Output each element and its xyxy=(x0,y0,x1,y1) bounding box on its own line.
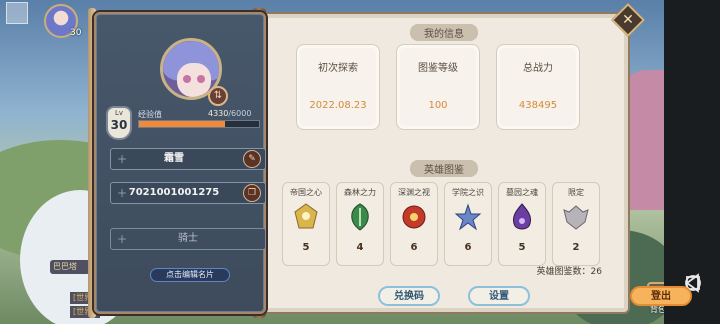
player-title-field[interactable]: + 骑士 xyxy=(110,228,266,250)
redeem-code-button[interactable]: 兑换码 xyxy=(378,286,440,306)
hero-category-abyss[interactable]: 深渊之视 6 xyxy=(390,182,438,266)
exp-max: /6000 xyxy=(228,109,252,118)
player-card: ⇅ Lv 30 经验值 4330/6000 + 霜雪 ✎ + 702100100… xyxy=(94,12,266,314)
first-explore-card: 初次探索 2022.08.23 xyxy=(296,44,380,130)
info-page: 我的信息 初次探索 2022.08.23 图鉴等级 100 总战力 438495… xyxy=(258,12,692,314)
copy-icon[interactable]: ❐ xyxy=(243,184,261,202)
card-label: 图鉴等级 xyxy=(418,63,458,74)
pencil-icon[interactable]: ✎ xyxy=(243,150,261,168)
face-shape xyxy=(177,63,211,97)
side-chat-label[interactable]: 巴巴塔 xyxy=(50,260,90,274)
hero-category-forest[interactable]: 森林之力 4 xyxy=(336,182,384,266)
logout-button[interactable]: 登出 xyxy=(630,286,692,306)
close-icon: ✕ xyxy=(622,12,634,28)
exp-value: 4330/6000 xyxy=(208,109,251,118)
profile-panel: 我的信息 初次探索 2022.08.23 图鉴等级 100 总战力 438495… xyxy=(88,3,692,322)
hero-dex-title: 英雄图鉴 xyxy=(260,160,628,177)
category-count: 5 xyxy=(302,242,310,253)
category-count: 5 xyxy=(518,242,526,253)
exp-bar xyxy=(138,120,260,128)
category-count: 6 xyxy=(410,242,418,253)
exp-current: 4330 xyxy=(208,109,229,118)
eye-shape xyxy=(197,75,205,83)
level-badge: Lv 30 xyxy=(106,106,132,140)
category-name: 限定 xyxy=(568,188,584,197)
level-value: 30 xyxy=(110,118,128,132)
eye-shape xyxy=(183,75,191,83)
card-label: 总战力 xyxy=(523,63,553,74)
card-label: 初次探索 xyxy=(318,63,358,74)
hero-category-academy[interactable]: 学院之识 6 xyxy=(444,182,492,266)
hero-category-empire[interactable]: 帝国之心 5 xyxy=(282,182,330,266)
exp-label: 经验值 xyxy=(138,110,162,119)
hero-category-limited[interactable]: 限定 2 xyxy=(552,182,600,266)
top-player-avatar[interactable]: 30 xyxy=(34,2,90,42)
top-left-menu-icon[interactable] xyxy=(6,2,28,24)
purple-flame-crest-icon xyxy=(512,203,532,230)
dex-level-card: 图鉴等级 100 xyxy=(396,44,480,130)
silver-wing-crest-icon xyxy=(563,205,589,230)
category-name: 深渊之视 xyxy=(398,188,430,197)
top-level: 30 xyxy=(70,28,82,38)
android-nav-bar xyxy=(664,0,720,324)
card-value: 438495 xyxy=(518,100,558,111)
hero-dex-total: 英雄图鉴数：26 xyxy=(536,267,602,277)
my-info-title: 我的信息 xyxy=(260,24,628,41)
card-value: 100 xyxy=(428,100,448,111)
category-count: 6 xyxy=(464,242,472,253)
green-leaf-crest-icon xyxy=(351,203,369,231)
exp-bar-fill xyxy=(139,121,226,127)
category-count: 4 xyxy=(356,242,364,253)
category-name: 学院之识 xyxy=(452,188,484,197)
category-name: 墓园之魂 xyxy=(506,188,538,197)
swap-avatar-icon[interactable]: ⇅ xyxy=(208,86,228,106)
level-label: Lv xyxy=(114,109,124,117)
player-title: 骑士 xyxy=(178,233,198,244)
total-power-card: 总战力 438495 xyxy=(496,44,580,130)
player-id: 7021001001275 xyxy=(128,187,220,198)
player-id-field: + 7021001001275 ❐ xyxy=(110,182,266,204)
blue-star-crest-icon xyxy=(454,203,482,231)
hero-category-graveyard[interactable]: 墓园之魂 5 xyxy=(498,182,546,266)
card-value: 2022.08.23 xyxy=(309,100,367,111)
category-name: 帝国之心 xyxy=(290,188,322,197)
player-name-field: + 霜雪 ✎ xyxy=(110,148,266,170)
player-name: 霜雪 xyxy=(164,153,184,164)
category-name: 森林之力 xyxy=(344,188,376,197)
edit-card-button[interactable]: 点击编辑名片 xyxy=(150,268,230,282)
gold-crest-icon xyxy=(294,203,318,229)
category-count: 2 xyxy=(572,242,580,253)
red-eye-crest-icon xyxy=(402,205,426,229)
settings-button[interactable]: 设置 xyxy=(468,286,530,306)
